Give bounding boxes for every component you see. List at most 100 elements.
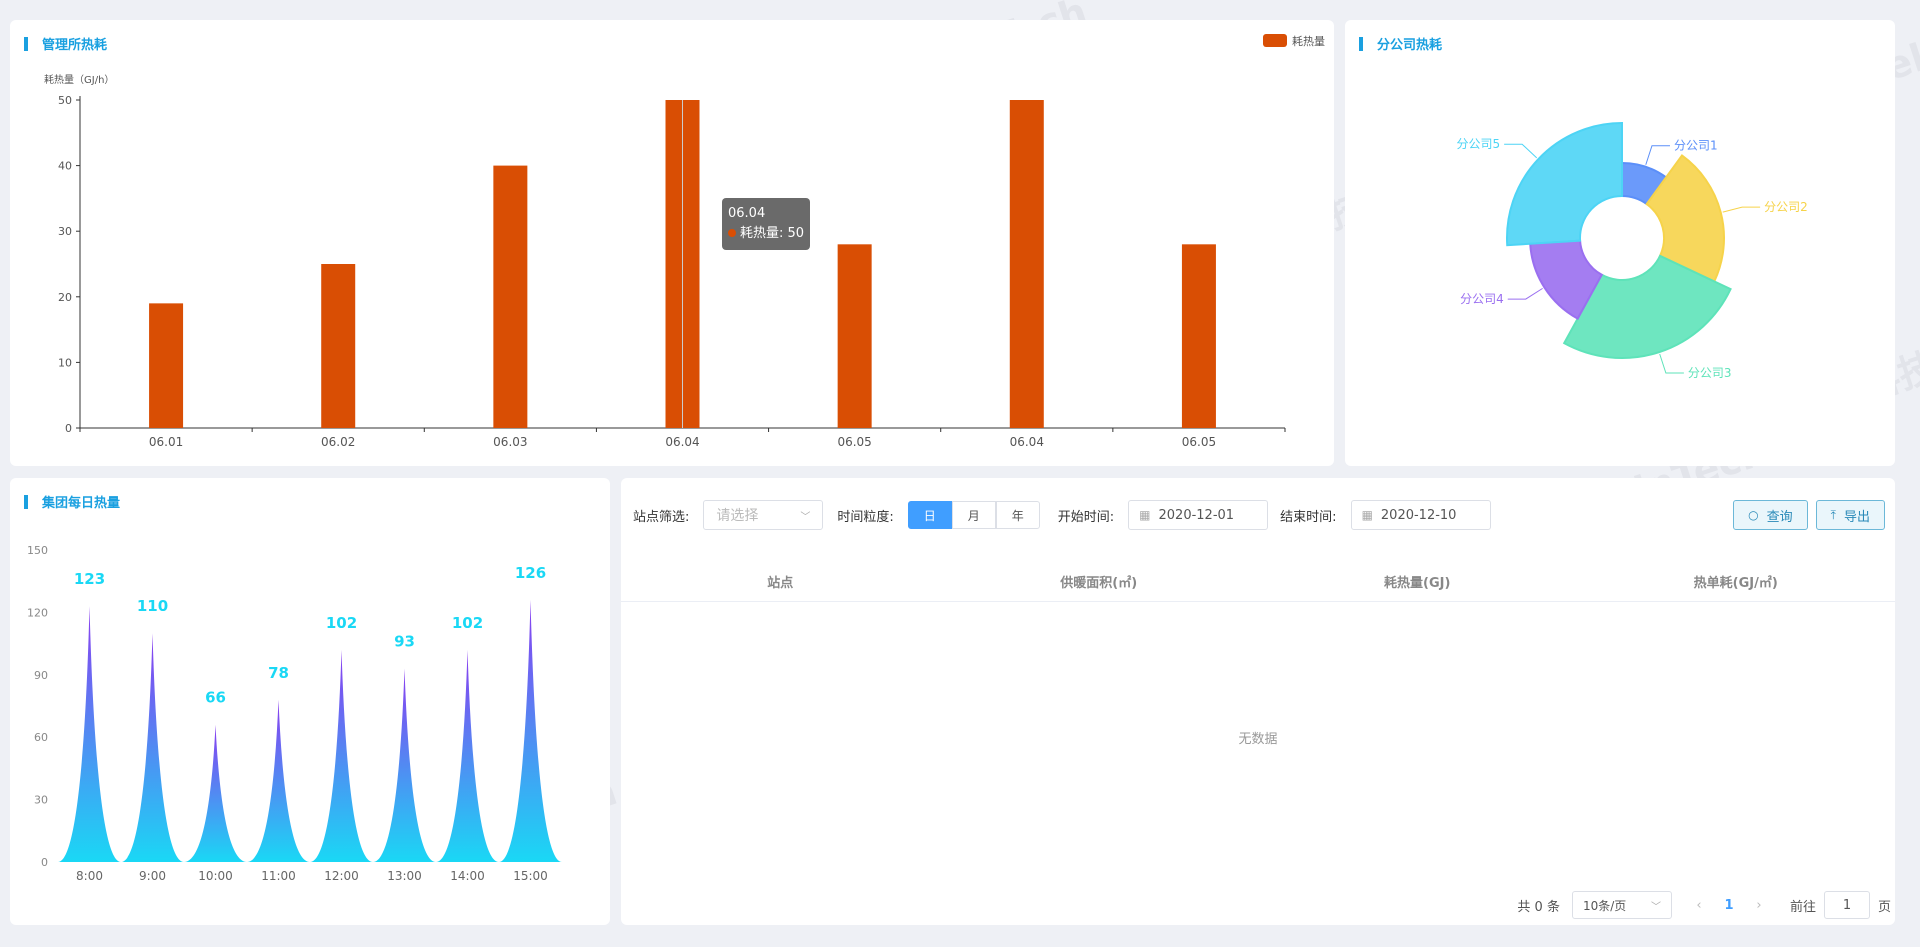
x-tick-label: 06.04 [665,435,699,449]
mgmt-bar-chart: 耗热量（GJ/h） 耗热量 0 10 20 30 40 50 06.01 06.02 06.03 06… [44,34,1325,449]
data-label: 66 [205,689,226,707]
y-tick-label: 10 [58,356,72,369]
spike-area [499,599,562,862]
calendar-icon: ▦ [1361,508,1373,522]
data-label: 126 [515,564,546,582]
x-tick-label: 06.03 [493,435,527,449]
table-card: 站点筛选: 请选择 ﹀ 时间粒度: 日 月 年 开始时间: ▦ 2020-12-… [621,478,1895,925]
end-date-picker[interactable]: ▦ 2020-12-10 [1350,500,1491,530]
daily-heat-card: 集团每日热量 0 30 60 90 120 150 123 8:00 110 9:00 66 10:0… [10,478,610,925]
pie-label: 分公司3 [1688,366,1732,380]
y-axis-label: 耗热量（GJ/h） [44,73,114,86]
data-label: 102 [452,614,483,632]
filter-toolbar: 站点筛选: 请选择 ﹀ 时间粒度: 日 月 年 开始时间: ▦ 2020-12-… [633,500,1885,530]
mgmt-heat-card: 管理所热耗 耗热量（GJ/h） 耗热量 0 10 20 30 40 50 06.01 06.02 0… [10,20,1334,466]
pie-label: 分公司5 [1456,137,1500,151]
spike-area [58,606,121,862]
pagination: 共 0 条 10条/页 ﹀ ‹ 1 › 前往 1 页 [1517,891,1891,919]
prev-page-icon[interactable]: ‹ [1684,898,1714,913]
station-select[interactable]: 请选择 ﹀ [703,500,824,530]
column-header: 站点 [767,576,794,591]
start-time-label: 开始时间: [1057,509,1115,525]
y-tick-label: 20 [58,291,72,304]
x-tick-label: 10:00 [198,869,233,883]
column-header: 耗热量(GJ) [1384,576,1451,591]
bar [149,303,184,428]
daily-spike-chart: 0 30 60 90 120 150 123 8:00 110 9:00 66 10:00 78 11:0… [27,544,562,883]
calendar-icon: ▦ [1139,508,1151,522]
x-tick-label: 14:00 [450,869,485,883]
x-tick-label: 06.05 [837,435,871,449]
granularity-month[interactable]: 月 [951,501,996,529]
end-time-label: 结束时间: [1280,509,1337,525]
total-count: 共 0 条 [1517,899,1560,915]
y-tick-label: 60 [34,731,48,744]
export-button[interactable]: ⤒ 导出 [1815,500,1885,530]
spike-area [121,633,184,862]
y-tick-label: 30 [34,794,48,807]
x-tick-label: 13:00 [387,869,422,883]
bar [493,165,528,428]
spike-area [247,699,310,862]
pie-label: 分公司2 [1764,200,1808,214]
granularity-label: 时间粒度: [837,509,894,525]
y-tick-label: 30 [58,225,72,238]
table-header: 站点 供暖面积(㎡) 耗热量(GJ) 热单耗(GJ/㎡) [621,562,1895,602]
x-tick-label: 06.04 [1010,435,1044,449]
search-icon: ○ [1748,508,1759,522]
branch-rose-chart: 分公司1 分公司2 分公司3 分公司4 分公司5 [1456,121,1808,380]
data-label: 93 [394,633,415,651]
y-tick-label: 0 [65,422,72,435]
spike-area [184,724,247,862]
empty-text: 无数据 [1238,732,1278,747]
granularity-switch: 日 月 年 [907,501,1040,529]
bar [321,264,356,428]
query-button[interactable]: ○ 查询 [1733,500,1808,530]
x-tick-label: 15:00 [513,869,548,883]
page-size-select[interactable]: 10条/页 ﹀ [1571,891,1672,919]
y-tick-label: 40 [58,160,72,173]
start-date-picker[interactable]: ▦ 2020-12-01 [1128,500,1269,530]
bar [1009,100,1044,428]
pie-leader-line [1659,353,1684,374]
granularity-day[interactable]: 日 [907,501,952,529]
pie-leader-line [1645,145,1670,165]
page-suffix: 页 [1877,899,1891,915]
spike-area [373,668,436,862]
x-tick-label: 06.01 [149,435,183,449]
y-tick-label: 50 [58,94,72,107]
pie-leader-line [1507,287,1543,300]
spike-area [436,649,499,862]
pie-label: 分公司4 [1460,292,1504,306]
data-label: 110 [137,597,168,615]
station-filter-label: 站点筛选: [633,509,690,525]
page-number[interactable]: 1 [1714,898,1744,913]
x-tick-label: 06.02 [321,435,355,449]
column-header: 热单耗(GJ/㎡) [1693,576,1778,591]
x-tick-label: 9:00 [139,869,166,883]
bar [837,244,872,428]
legend-label: 耗热量 [1292,35,1325,48]
branch-heat-card: 分公司热耗 分公司1 分公司2 分公司3 分公司4 分公司5 [1345,20,1895,466]
x-tick-label: 06.05 [1182,435,1216,449]
column-header: 供暖面积(㎡) [1060,576,1138,591]
x-tick-label: 11:00 [261,869,296,883]
y-tick-label: 120 [27,606,48,619]
upload-icon: ⤒ [1830,507,1836,522]
y-tick-label: 0 [41,856,48,869]
data-label: 123 [74,570,105,588]
data-label: 102 [326,614,357,632]
data-label: 78 [268,664,289,682]
granularity-year[interactable]: 年 [995,501,1040,529]
bar [1181,244,1216,428]
chart-tooltip: 06.04 耗热量: 50 [722,198,811,250]
pie-leader-line [1504,143,1538,159]
chevron-down-icon: ﹀ [800,511,811,523]
y-tick-label: 150 [27,544,48,557]
y-tick-label: 90 [34,669,48,682]
pie-slice [1506,121,1623,247]
goto-page-input[interactable]: 1 [1823,891,1870,919]
x-tick-label: 12:00 [324,869,359,883]
next-page-icon[interactable]: › [1744,898,1774,913]
spike-area [310,649,373,862]
